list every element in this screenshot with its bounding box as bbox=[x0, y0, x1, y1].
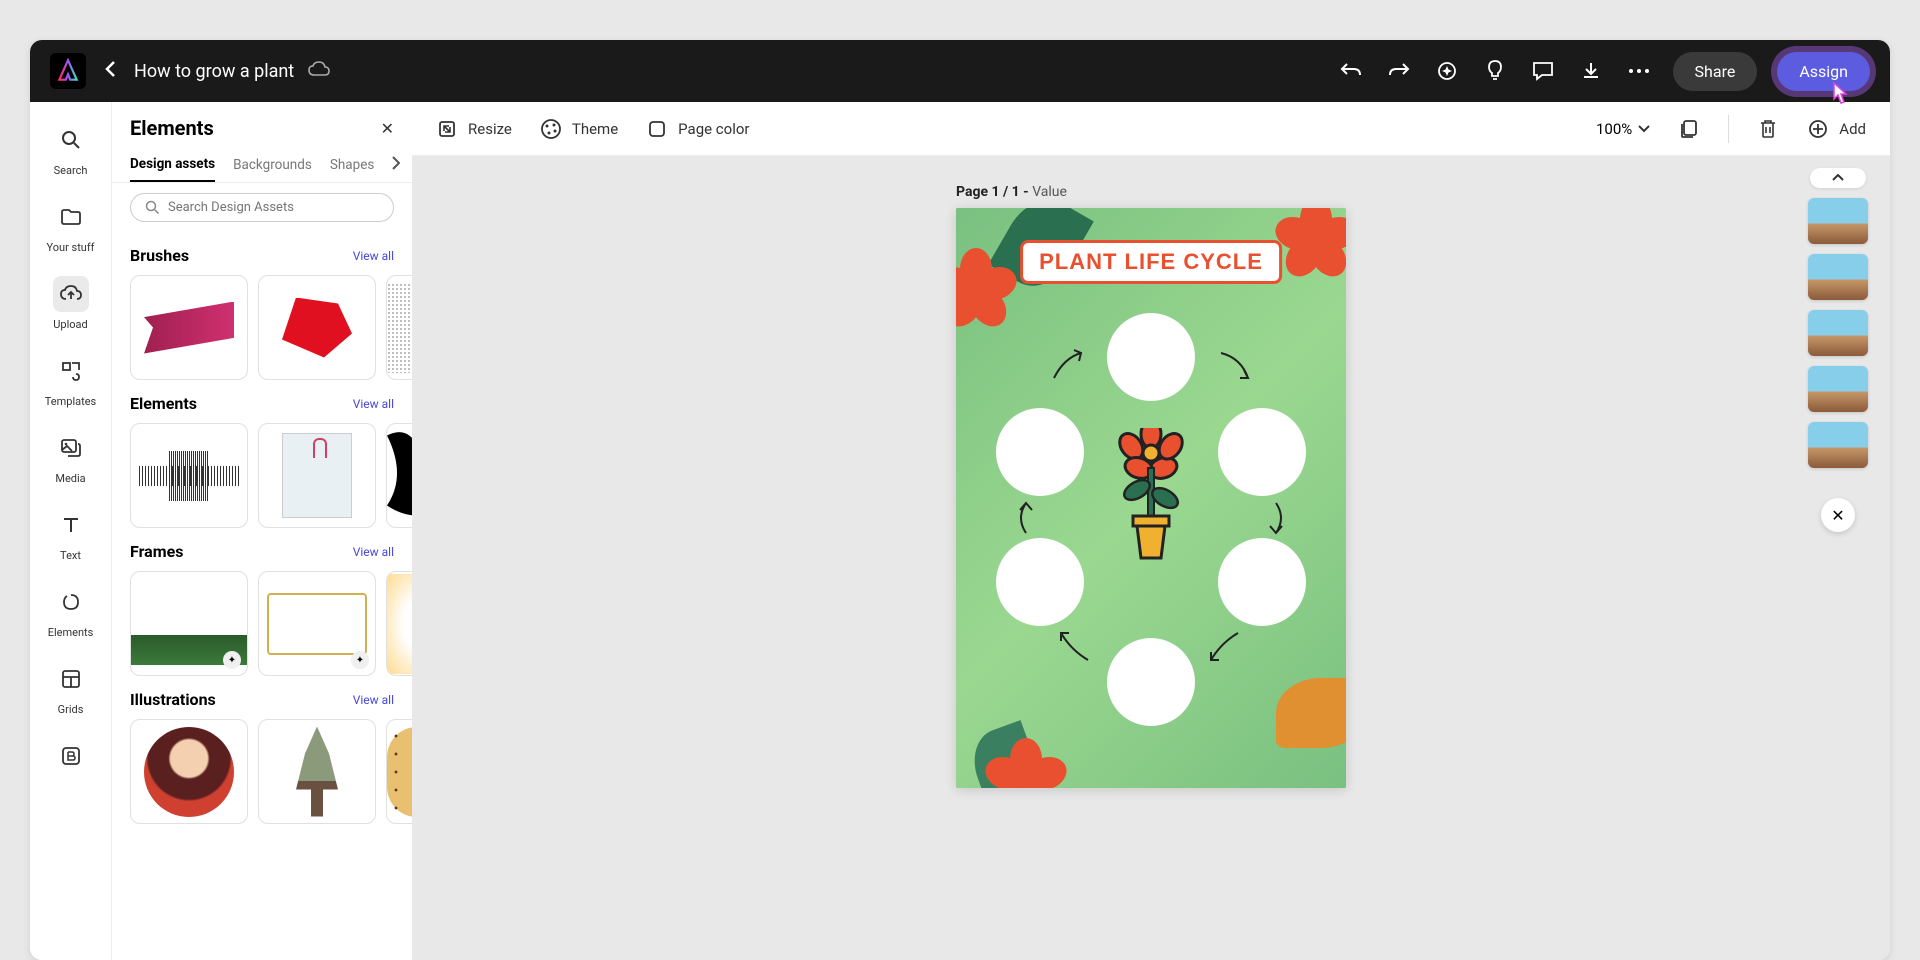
back-button[interactable] bbox=[104, 59, 116, 84]
section-brushes-title: Brushes bbox=[130, 246, 189, 265]
resize-button[interactable]: Resize bbox=[436, 118, 512, 140]
redo-button[interactable] bbox=[1385, 57, 1413, 85]
comment-icon[interactable] bbox=[1529, 57, 1557, 85]
element-thumb[interactable] bbox=[130, 423, 248, 528]
frame-thumb[interactable]: ✦ bbox=[130, 571, 248, 676]
flower-pot-illustration[interactable] bbox=[1111, 428, 1191, 568]
zoom-dropdown[interactable]: 100% bbox=[1596, 120, 1650, 138]
illustration-thumb[interactable] bbox=[386, 719, 412, 824]
search-icon bbox=[145, 200, 160, 215]
view-all-frames[interactable]: View all bbox=[353, 545, 394, 559]
chevron-down-icon bbox=[1638, 125, 1650, 133]
rail-elements[interactable]: Elements bbox=[30, 582, 111, 641]
rail-your-stuff[interactable]: Your stuff bbox=[30, 197, 111, 256]
brush-thumb[interactable] bbox=[130, 275, 248, 380]
element-thumb[interactable] bbox=[258, 423, 376, 528]
rail-upload[interactable]: Upload bbox=[30, 274, 111, 333]
hint-icon[interactable] bbox=[1481, 57, 1509, 85]
share-button[interactable]: Share bbox=[1673, 52, 1758, 91]
left-rail: Search Your stuff Upload Templates Media… bbox=[30, 102, 112, 960]
illustration-thumb[interactable] bbox=[130, 719, 248, 824]
rail-brands[interactable] bbox=[30, 736, 111, 776]
more-icon[interactable] bbox=[1625, 57, 1653, 85]
tabs-scroll-right[interactable] bbox=[392, 156, 400, 174]
close-thumbnails-button[interactable]: ✕ bbox=[1821, 498, 1855, 532]
artboard[interactable]: PLANT LIFE CYCLE bbox=[956, 208, 1346, 788]
app-shell: How to grow a plant Share Assign Search … bbox=[30, 40, 1890, 960]
ai-icon[interactable] bbox=[1433, 57, 1461, 85]
topbar-actions: Share Assign bbox=[1337, 52, 1870, 91]
animated-badge-icon: ✦ bbox=[223, 651, 241, 669]
frame-thumb[interactable] bbox=[386, 571, 412, 676]
canvas-area[interactable]: Page 1 / 1 - Value PLANT LIFE CYCLE bbox=[412, 156, 1890, 960]
panel-title: Elements bbox=[130, 116, 214, 140]
section-frames-title: Frames bbox=[130, 542, 183, 561]
frame-thumb[interactable]: ✦ bbox=[258, 571, 376, 676]
cloud-sync-icon[interactable] bbox=[308, 61, 330, 82]
delete-icon[interactable] bbox=[1757, 118, 1779, 140]
page-color-button[interactable]: Page color bbox=[646, 118, 749, 140]
view-all-illustrations[interactable]: View all bbox=[353, 693, 394, 707]
elements-panel: Elements ✕ Design assets Backgrounds Sha… bbox=[112, 102, 412, 960]
section-illustrations-title: Illustrations bbox=[130, 690, 216, 709]
undo-button[interactable] bbox=[1337, 57, 1365, 85]
app-logo[interactable] bbox=[50, 53, 86, 89]
topbar: How to grow a plant Share Assign bbox=[30, 40, 1890, 102]
collapse-thumbnails-button[interactable] bbox=[1810, 168, 1866, 188]
page-thumbnail[interactable] bbox=[1808, 198, 1868, 244]
cursor-pointer-icon bbox=[1826, 81, 1852, 107]
page-thumbnail-strip: ✕ bbox=[1798, 156, 1878, 960]
rail-text[interactable]: Text bbox=[30, 505, 111, 564]
element-thumb[interactable] bbox=[386, 423, 412, 528]
view-all-brushes[interactable]: View all bbox=[353, 249, 394, 263]
search-input[interactable] bbox=[168, 200, 379, 215]
animated-badge-icon: ✦ bbox=[351, 651, 369, 669]
download-icon[interactable] bbox=[1577, 57, 1605, 85]
brush-thumb[interactable] bbox=[386, 275, 412, 380]
view-all-elements[interactable]: View all bbox=[353, 397, 394, 411]
canvas-toolbar: Resize Theme Page color 100% Add bbox=[412, 102, 1890, 156]
section-elements-title: Elements bbox=[130, 394, 197, 413]
theme-button[interactable]: Theme bbox=[540, 118, 618, 140]
brush-thumb[interactable] bbox=[258, 275, 376, 380]
panel-tabs: Design assets Backgrounds Shapes bbox=[112, 148, 412, 183]
tab-backgrounds[interactable]: Backgrounds bbox=[233, 149, 312, 181]
rail-templates[interactable]: Templates bbox=[30, 351, 111, 410]
rail-search[interactable]: Search bbox=[30, 120, 111, 179]
assign-button[interactable]: Assign bbox=[1777, 52, 1870, 91]
page-thumbnail[interactable] bbox=[1808, 310, 1868, 356]
tab-shapes[interactable]: Shapes bbox=[330, 149, 375, 181]
page-thumbnail[interactable] bbox=[1808, 254, 1868, 300]
main-area: Search Your stuff Upload Templates Media… bbox=[30, 102, 1890, 960]
panel-close-button[interactable]: ✕ bbox=[381, 119, 394, 138]
page-label: Page 1 / 1 - Value bbox=[956, 184, 1067, 200]
illustration-thumb[interactable] bbox=[258, 719, 376, 824]
artboard-title[interactable]: PLANT LIFE CYCLE bbox=[1020, 240, 1282, 284]
page-thumbnail[interactable] bbox=[1808, 422, 1868, 468]
rail-grids[interactable]: Grids bbox=[30, 659, 111, 718]
assign-button-label: Assign bbox=[1799, 62, 1848, 81]
rail-media[interactable]: Media bbox=[30, 428, 111, 487]
document-title[interactable]: How to grow a plant bbox=[134, 61, 294, 82]
pages-icon[interactable] bbox=[1678, 118, 1700, 140]
tab-design-assets[interactable]: Design assets bbox=[130, 148, 215, 182]
page-thumbnail[interactable] bbox=[1808, 366, 1868, 412]
add-page-button[interactable]: Add bbox=[1807, 118, 1866, 140]
editor-center: Resize Theme Page color 100% Add Page 1 … bbox=[412, 102, 1890, 960]
search-design-assets[interactable] bbox=[130, 193, 394, 222]
